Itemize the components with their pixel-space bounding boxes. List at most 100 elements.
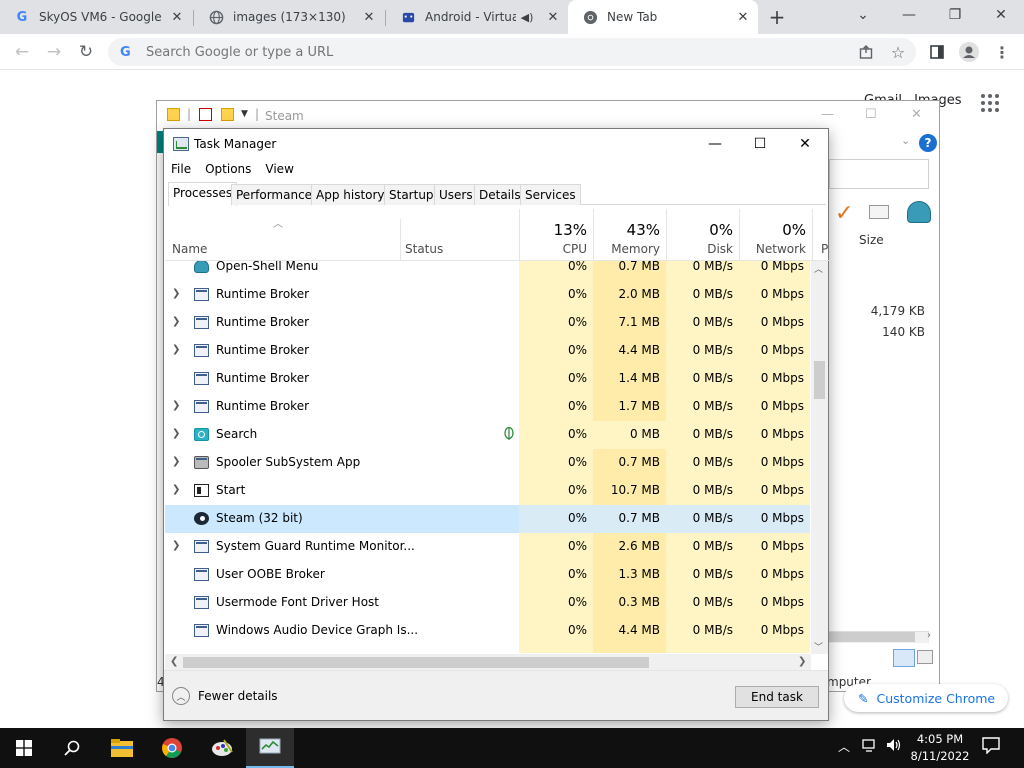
chevron-up-icon[interactable]: ︿: [838, 738, 850, 755]
tab-close-icon[interactable]: ✕: [358, 10, 380, 25]
size-column-header[interactable]: Size: [859, 233, 884, 247]
volume-icon[interactable]: [886, 738, 902, 756]
explorer-hscroll-thumb[interactable]: [829, 632, 915, 642]
table-row-partial[interactable]: [165, 645, 810, 653]
menu-view[interactable]: View: [258, 159, 300, 181]
expand-chevron-icon[interactable]: ❯: [172, 428, 180, 439]
task-manager-taskbar-icon[interactable]: [246, 728, 294, 768]
tab-close-icon[interactable]: ✕: [732, 10, 754, 25]
column-power[interactable]: P: [812, 209, 828, 261]
minimize-icon[interactable]: —: [692, 129, 738, 159]
share-icon[interactable]: [855, 41, 877, 63]
scroll-right-icon[interactable]: ❯: [798, 656, 806, 667]
tab-processes[interactable]: Processes: [168, 182, 238, 206]
expand-chevron-icon[interactable]: ❯: [172, 456, 180, 467]
windows-start-icon[interactable]: [0, 728, 48, 768]
open-shell-icon[interactable]: [907, 201, 931, 223]
table-row[interactable]: User OOBE Broker 0% 1.3 MB 0 MB/s 0 Mbps: [165, 561, 810, 589]
table-row[interactable]: ❯ Start 0% 10.7 MB 0 MB/s 0 Mbps: [165, 477, 810, 505]
vertical-scrollbar[interactable]: [811, 261, 828, 654]
scroll-left-icon[interactable]: ❮: [170, 656, 178, 667]
table-row[interactable]: ❯ Spooler SubSystem App 0% 0.7 MB 0 MB/s…: [165, 449, 810, 477]
tab-skyos[interactable]: G SkyOS VM6 - Google Sh ✕: [0, 0, 192, 34]
table-row-selected[interactable]: Steam (32 bit) 0% 0.7 MB 0 MB/s 0 Mbps: [165, 505, 810, 533]
mail-icon[interactable]: [869, 205, 889, 219]
table-row[interactable]: ❯ Runtime Broker 0% 2.0 MB 0 MB/s 0 Mbps: [165, 281, 810, 309]
forward-arrow-icon[interactable]: →: [42, 40, 66, 64]
table-row[interactable]: Open-Shell Menu 0% 0.7 MB 0 MB/s 0 Mbps: [165, 261, 810, 281]
properties-icon[interactable]: [199, 108, 212, 121]
menu-options[interactable]: Options: [198, 159, 258, 181]
omnibox[interactable]: G: [108, 38, 916, 66]
quick-access-dropdown-icon[interactable]: ▼: [241, 109, 248, 119]
table-row[interactable]: ❯ Runtime Broker 0% 1.7 MB 0 MB/s 0 Mbps: [165, 393, 810, 421]
omnibox-input[interactable]: [146, 44, 746, 60]
close-icon[interactable]: ✕: [911, 107, 922, 122]
chrome-icon[interactable]: [148, 728, 196, 768]
close-icon[interactable]: ✕: [782, 129, 828, 159]
column-name[interactable]: Name: [172, 242, 207, 256]
tab-images[interactable]: images (173×130) ✕: [194, 0, 384, 34]
expand-chevron-icon[interactable]: ❯: [172, 344, 180, 355]
expand-chevron-icon[interactable]: ❯: [172, 540, 180, 551]
large-icons-view-icon[interactable]: [917, 650, 933, 664]
tab-android[interactable]: Android - Virtual a ◀) ✕: [386, 0, 568, 34]
minimize-icon[interactable]: —: [821, 107, 834, 122]
tab-close-icon[interactable]: ✕: [542, 10, 564, 25]
google-apps-icon[interactable]: [981, 94, 999, 112]
expand-chevron-icon[interactable]: ❯: [172, 484, 180, 495]
bookmark-star-icon[interactable]: ☆: [887, 41, 909, 63]
table-row[interactable]: ❯ Search 0% 0 MB 0 MB/s 0 Mbps: [165, 421, 810, 449]
explorer-search-box[interactable]: [829, 159, 929, 189]
column-status[interactable]: Status: [405, 242, 443, 256]
tab-details[interactable]: Details: [474, 184, 526, 205]
tab-startup[interactable]: Startup: [384, 184, 439, 205]
chevron-down-icon[interactable]: ⌄: [840, 0, 886, 30]
tab-app-history[interactable]: App history: [311, 184, 390, 205]
tab-new-tab[interactable]: New Tab ✕: [568, 0, 758, 34]
restore-icon[interactable]: ❐: [932, 0, 978, 30]
vertical-scroll-thumb[interactable]: [814, 361, 825, 399]
table-row[interactable]: ❯ Runtime Broker 0% 7.1 MB 0 MB/s 0 Mbps: [165, 309, 810, 337]
chevron-up-icon[interactable]: ︿: [172, 687, 190, 705]
end-task-button[interactable]: End task: [735, 686, 819, 708]
tab-services[interactable]: Services: [520, 184, 581, 205]
network-icon[interactable]: [862, 739, 878, 756]
new-folder-icon[interactable]: [221, 108, 234, 121]
table-row[interactable]: Windows Audio Device Graph Is... 0% 4.4 …: [165, 617, 810, 645]
scroll-down-icon[interactable]: ﹀: [814, 640, 823, 653]
details-view-icon[interactable]: [893, 649, 915, 667]
table-row[interactable]: ❯ Runtime Broker 0% 4.4 MB 0 MB/s 0 Mbps: [165, 337, 810, 365]
help-icon[interactable]: ?: [919, 134, 937, 152]
new-tab-button[interactable]: +: [766, 6, 788, 28]
column-network[interactable]: 0% Network: [739, 209, 812, 261]
table-row[interactable]: Usermode Font Driver Host 0% 0.3 MB 0 MB…: [165, 589, 810, 617]
scroll-right-icon[interactable]: ›: [927, 630, 931, 641]
table-row[interactable]: ❯ System Guard Runtime Monitor... 0% 2.6…: [165, 533, 810, 561]
ribbon-expand-icon[interactable]: ⌄: [901, 134, 910, 147]
minimize-icon[interactable]: —: [886, 0, 932, 30]
reload-icon[interactable]: ↻: [74, 40, 98, 64]
taskbar-clock[interactable]: 4:05 PM 8/11/2022: [908, 731, 972, 765]
customize-chrome-button[interactable]: ✎ Customize Chrome: [844, 684, 1008, 712]
kebab-menu-icon[interactable]: ⋮: [991, 41, 1013, 63]
tab-performance[interactable]: Performance: [231, 184, 318, 205]
tab-audio-icon[interactable]: ◀): [516, 11, 538, 24]
tab-close-icon[interactable]: ✕: [166, 10, 188, 25]
close-icon[interactable]: ✕: [978, 0, 1024, 30]
tab-users[interactable]: Users: [434, 184, 478, 205]
maximize-icon[interactable]: ☐: [865, 107, 877, 122]
column-cpu[interactable]: 13% CPU: [519, 209, 593, 261]
checkmark-icon[interactable]: ✓: [835, 201, 853, 226]
expand-chevron-icon[interactable]: ❯: [172, 288, 180, 299]
horizontal-scroll-thumb[interactable]: [183, 657, 649, 668]
file-explorer-icon[interactable]: [98, 728, 146, 768]
notification-icon[interactable]: [982, 736, 1002, 758]
side-panel-icon[interactable]: [926, 41, 948, 63]
fewer-details-link[interactable]: Fewer details: [198, 689, 278, 703]
table-row[interactable]: Runtime Broker 0% 1.4 MB 0 MB/s 0 Mbps: [165, 365, 810, 393]
scroll-up-icon[interactable]: ︿: [814, 262, 823, 275]
back-arrow-icon[interactable]: ←: [10, 40, 34, 64]
column-disk[interactable]: 0% Disk: [666, 209, 739, 261]
menu-file[interactable]: File: [164, 159, 198, 181]
